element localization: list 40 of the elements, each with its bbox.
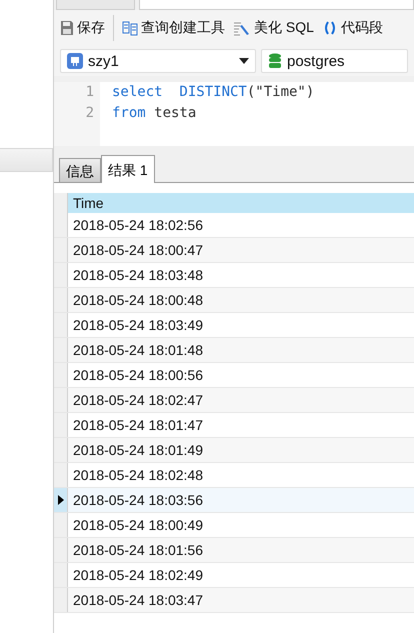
caret-icon [239,58,249,64]
connection-dropdown[interactable]: szy1 [60,49,256,73]
document-tab[interactable] [56,0,135,10]
brush-lines-icon [233,20,251,36]
table-cell-text: 2018-05-24 18:03:47 [72,591,204,610]
table-cell-text: 2018-05-24 18:03:48 [72,266,204,285]
save-button[interactable]: 保存 [60,19,105,37]
beautify-button[interactable]: 美化 SQL [233,19,314,37]
table-cell-text: 2018-05-24 18:01:49 [72,441,204,460]
current-row-icon [58,495,64,505]
code-line: select DISTINCT("Time") [112,83,314,102]
snippet-button[interactable]: 代码段 [322,19,383,37]
document-tab[interactable] [138,0,414,10]
connection-name: szy1 [88,52,119,70]
table-cell: 2018-05-24 18:03:56 [68,488,414,512]
table-cell-text: 2018-05-24 18:02:47 [72,391,204,410]
table-cell-text: 2018-05-24 18:01:47 [72,416,204,435]
database-name: postgres [287,52,345,70]
database-icon [268,53,282,69]
database-dropdown[interactable]: postgres [261,49,408,73]
result-tab[interactable]: 结果 1 [101,155,155,183]
corner-header[interactable] [54,193,68,213]
result-tab[interactable]: 信息 [59,158,101,182]
table-cell-text: 2018-05-24 18:02:48 [72,466,204,485]
table-cell-text: 2018-05-24 18:00:48 [72,291,204,310]
line-number: 2 [84,104,94,123]
line-number: 1 [84,83,94,102]
table-cell-text: 2018-05-24 18:01:56 [72,541,204,560]
table-builder-icon [122,20,138,36]
table-cell-text: 2018-05-24 18:00:56 [72,366,204,385]
row-header[interactable] [54,488,68,512]
table-cell-text: 2018-05-24 18:02:56 [72,216,204,235]
table-cell-text: 2018-05-24 18:00:49 [72,516,204,535]
builder-button[interactable]: 查询创建工具 [122,19,225,37]
table-cell-text: 2018-05-24 18:01:48 [72,341,204,360]
table-cell-text: 2018-05-24 18:03:49 [72,316,204,335]
tree-item[interactable] [0,148,53,172]
code-line: from testa [112,104,198,123]
table-cell-text: 2018-05-24 18:02:49 [72,566,204,585]
table-cell-text: 2018-05-24 18:00:47 [72,241,204,260]
